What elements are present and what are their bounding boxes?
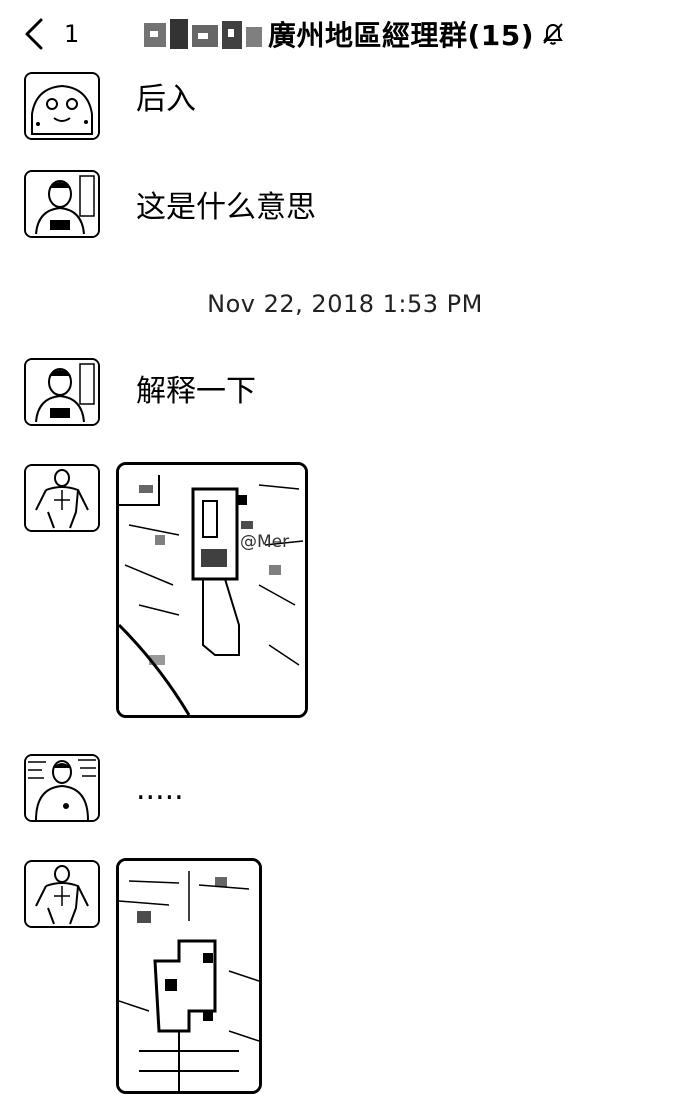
- message-text: 这是什么意思: [136, 190, 316, 225]
- message-text: .....: [136, 772, 184, 807]
- image-message[interactable]: [116, 462, 308, 718]
- avatar[interactable]: [24, 358, 100, 426]
- avatar[interactable]: [24, 72, 100, 140]
- back-button[interactable]: 1: [24, 12, 104, 56]
- avatar[interactable]: [24, 754, 100, 822]
- chat-title: 廣州地區經理群(15): [268, 19, 535, 52]
- redacted-group-name: [140, 15, 264, 53]
- chat-title-area[interactable]: 廣州地區經理群(15): [140, 12, 564, 56]
- image-message[interactable]: [116, 858, 262, 1094]
- unread-count: 1: [64, 20, 80, 48]
- message-text: 解释一下: [136, 374, 256, 409]
- avatar[interactable]: [24, 464, 100, 532]
- chat-header: 1 廣州地區經理群(15): [0, 0, 690, 68]
- avatar[interactable]: [24, 860, 100, 928]
- image-watermark: @Mer: [240, 532, 290, 552]
- message-timestamp: Nov 22, 2018 1:53 PM: [207, 290, 483, 318]
- chevron-left-icon: [24, 17, 44, 51]
- message-text: 后入: [136, 82, 196, 117]
- bell-slash-icon: [542, 22, 564, 46]
- avatar[interactable]: [24, 170, 100, 238]
